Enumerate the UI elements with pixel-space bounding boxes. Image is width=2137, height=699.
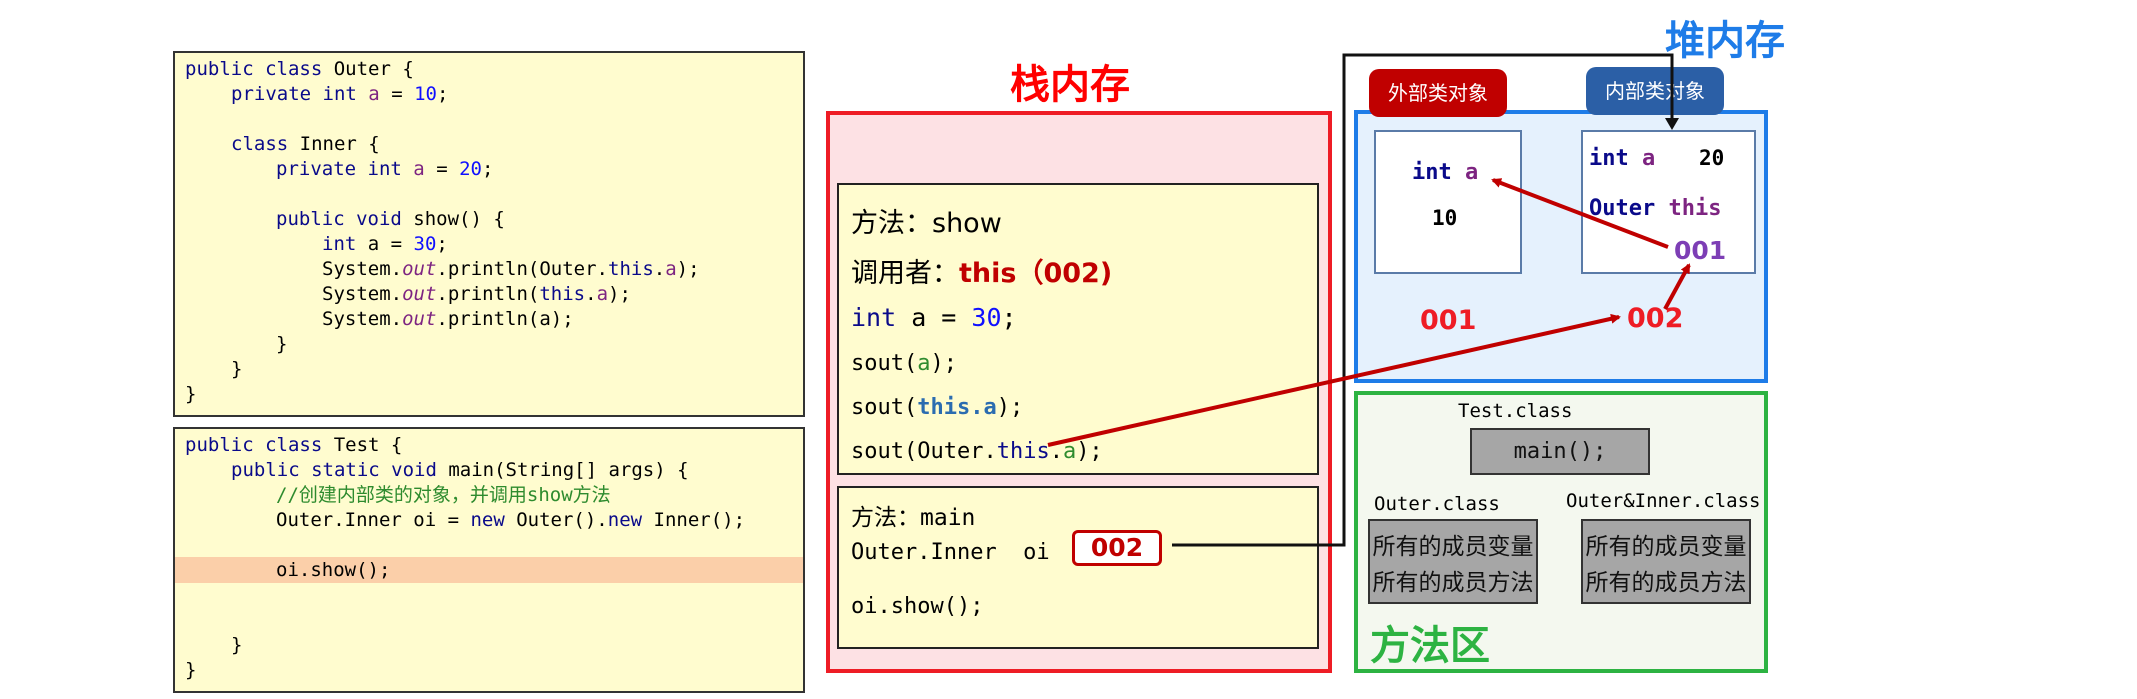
outer-this-arrow [1047, 313, 1621, 447]
oi-reference-arrowhead [1665, 118, 1679, 130]
oi-reference-line [1172, 53, 1674, 547]
ref-to-outer-arrow [1491, 178, 1669, 249]
inner-to-ref-arrow [1663, 263, 1691, 310]
connector-layer [1047, 53, 1691, 547]
